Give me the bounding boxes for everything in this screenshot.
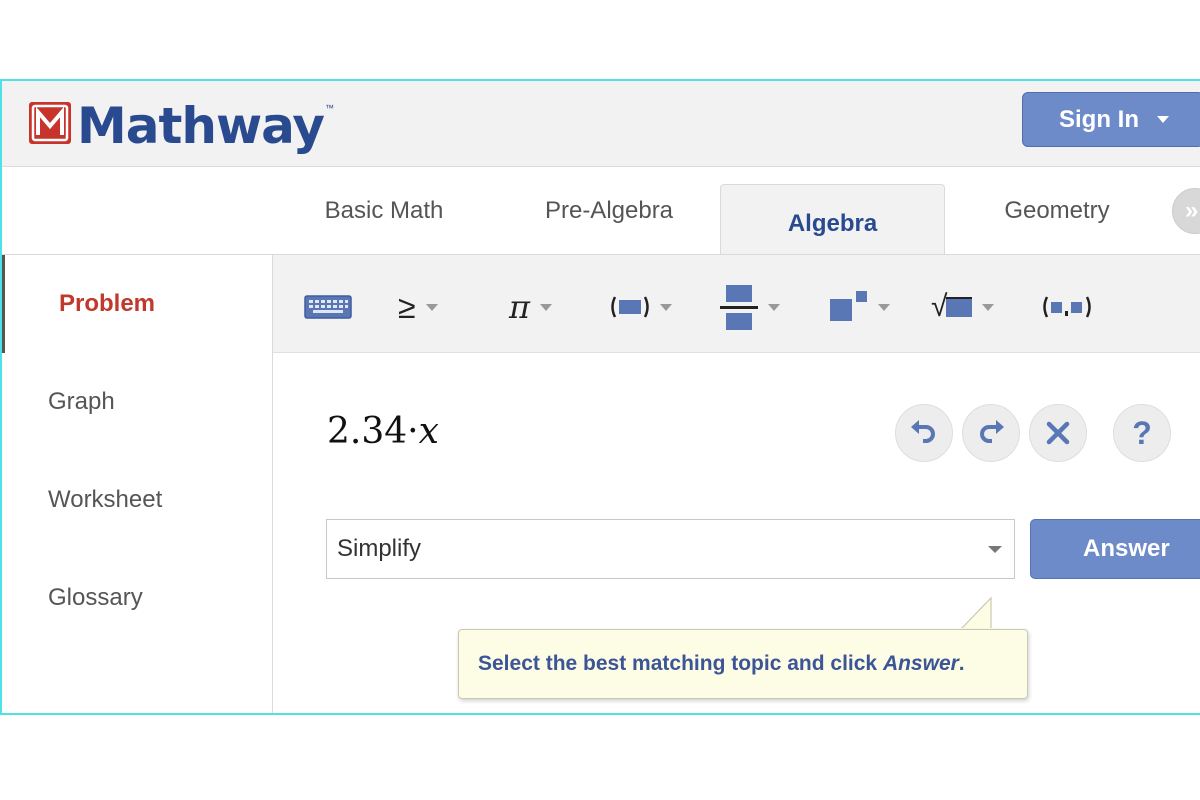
parentheses-icon (611, 296, 649, 318)
hint-tooltip: Select the best matching topic and click… (458, 629, 1028, 699)
tab-basic-math[interactable]: Basic Math (292, 168, 476, 254)
chevron-down-icon (878, 303, 890, 311)
chevron-down-icon (988, 546, 1002, 553)
greater-equal-icon: ≥ (398, 288, 416, 325)
answer-button[interactable]: Answer (1030, 519, 1200, 579)
square-root-button[interactable]: √ (931, 287, 995, 327)
expression-number: 2.34 (327, 411, 408, 452)
ordered-pair-icon (1043, 296, 1091, 318)
exponent-icon (830, 291, 867, 321)
inequality-button[interactable]: ≥ (398, 287, 438, 327)
logo-mark-icon (29, 102, 71, 144)
help-button[interactable]: ? (1113, 404, 1171, 462)
math-expression-input[interactable]: 2.34·x (327, 411, 439, 452)
chevron-down-icon (660, 303, 672, 311)
redo-button[interactable] (962, 404, 1020, 462)
question-mark-icon: ? (1132, 414, 1152, 451)
undo-icon (911, 420, 935, 443)
tooltip-text-emphasis: Answer (882, 652, 959, 675)
chevron-down-icon (1157, 116, 1169, 123)
chevron-down-icon (982, 303, 995, 311)
tooltip-text-before: Select the best matching topic and click (478, 652, 883, 675)
sidebar: Problem Graph Worksheet Glossary (2, 254, 273, 713)
square-root-icon: √ (931, 290, 973, 324)
fraction-button[interactable] (720, 281, 780, 333)
sign-in-button[interactable]: Sign In (1022, 92, 1200, 147)
subject-tabs: Basic Math Pre-Algebra Algebra Geometry … (2, 168, 1200, 254)
expression-dot: · (407, 411, 419, 452)
keyboard-icon (304, 295, 352, 319)
ordered-pair-button[interactable] (1041, 287, 1093, 327)
logo-text: Mathway (77, 97, 325, 155)
tab-pre-algebra[interactable]: Pre-Algebra (502, 168, 716, 254)
mathway-logo[interactable]: Mathway ™ (29, 96, 334, 156)
close-icon (1046, 421, 1070, 445)
tab-geometry[interactable]: Geometry (962, 168, 1152, 254)
sign-in-label: Sign In (1059, 105, 1139, 133)
app-frame: Mathway ™ Sign In Basic Math Pre-Algebra… (0, 79, 1200, 715)
exponent-button[interactable] (828, 287, 890, 327)
sqrt-glyph: √ (931, 290, 948, 323)
sidebar-item-glossary[interactable]: Glossary (2, 549, 272, 647)
keyboard-button[interactable] (304, 287, 352, 327)
tabs-scroll-right-button[interactable]: » (1172, 188, 1200, 234)
pi-button[interactable]: π (509, 287, 553, 327)
topic-select[interactable]: Simplify (326, 519, 1015, 579)
parentheses-button[interactable] (610, 287, 672, 327)
clear-button[interactable] (1029, 404, 1087, 462)
redo-icon (980, 420, 1004, 443)
app-header: Mathway ™ Sign In (2, 81, 1200, 167)
topic-selected-value: Simplify (337, 535, 422, 562)
fraction-icon (720, 285, 758, 330)
chevron-down-icon (425, 303, 438, 311)
math-toolbar: ≥ π √ (273, 254, 1200, 353)
logo-trademark: ™ (324, 103, 334, 113)
tooltip-pointer (958, 596, 997, 632)
double-chevron-right-icon: » (1185, 197, 1199, 224)
chevron-down-icon (768, 303, 780, 311)
undo-button[interactable] (895, 404, 953, 462)
pi-icon: π (509, 288, 531, 326)
sidebar-item-worksheet[interactable]: Worksheet (2, 451, 272, 549)
tooltip-text-after: . (958, 652, 965, 675)
tab-algebra[interactable]: Algebra (720, 184, 945, 254)
chevron-down-icon (540, 303, 553, 311)
sidebar-item-graph[interactable]: Graph (2, 353, 272, 451)
expression-variable: x (418, 411, 439, 452)
sidebar-item-problem[interactable]: Problem (2, 255, 272, 353)
